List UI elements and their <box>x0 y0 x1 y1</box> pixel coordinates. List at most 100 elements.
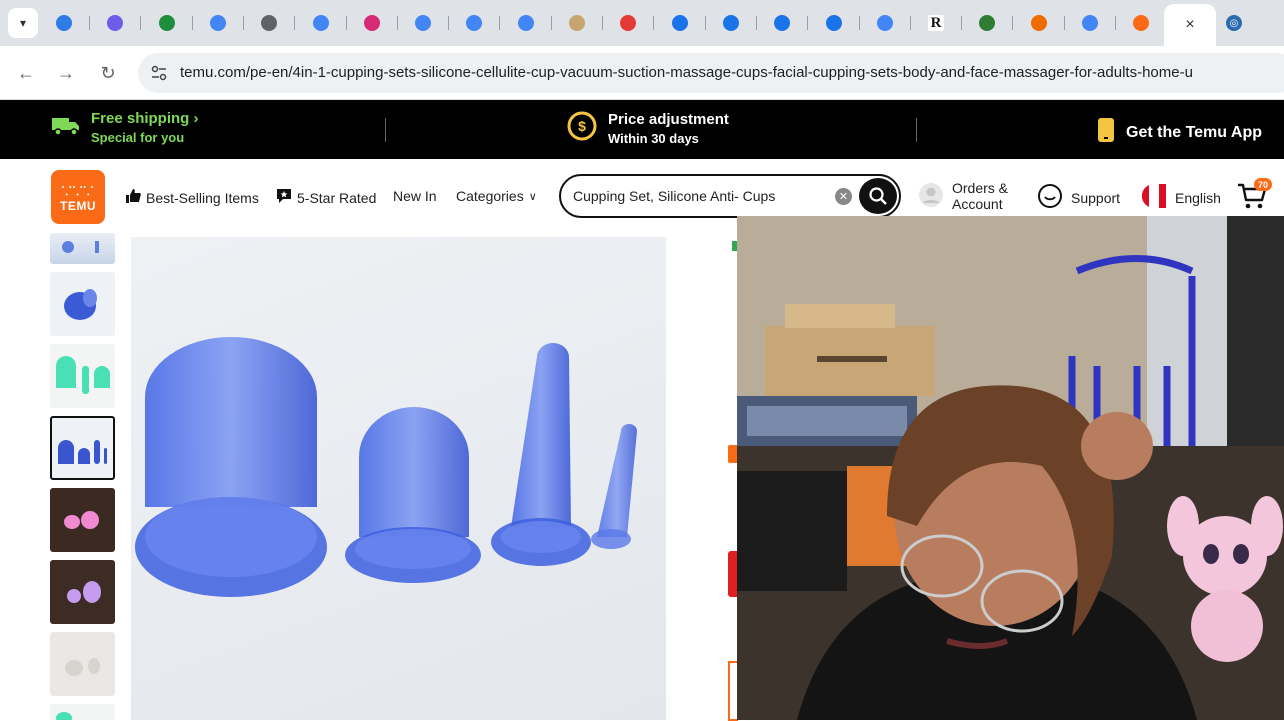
browser-tab[interactable] <box>352 8 392 38</box>
divider <box>916 118 917 142</box>
tab[interactable]: ◎ <box>1214 8 1254 38</box>
browser-tab[interactable] <box>557 8 597 38</box>
nav-best-selling-label: Best-Selling Items <box>146 189 259 206</box>
chevron-down-icon: ▾ <box>19 16 27 30</box>
tab-separator <box>140 16 141 30</box>
instagram-icon <box>364 15 380 31</box>
star-icon <box>826 15 842 31</box>
coin-icon: $ <box>566 110 598 147</box>
tab-separator <box>807 16 808 30</box>
language-selector[interactable]: English <box>1141 183 1221 211</box>
browser-tab[interactable] <box>660 8 700 38</box>
browser-tab[interactable] <box>301 8 341 38</box>
star-icon <box>723 15 739 31</box>
thumbnail[interactable] <box>50 488 115 552</box>
browser-tab[interactable] <box>1019 8 1059 38</box>
search-icon <box>869 187 887 205</box>
get-app-banner[interactable]: Get the Temu App <box>1096 117 1262 148</box>
active-tab[interactable]: × <box>1164 4 1216 46</box>
tab-separator <box>448 16 449 30</box>
browser-tab[interactable] <box>814 8 854 38</box>
google-icon <box>1082 15 1098 31</box>
tab-separator <box>499 16 500 30</box>
support-label: Support <box>1071 189 1121 206</box>
support-link[interactable]: Support <box>1037 183 1120 212</box>
user-icon <box>918 182 944 211</box>
thumbnail[interactable] <box>50 272 115 336</box>
browser-tab[interactable] <box>1070 8 1110 38</box>
reload-icon: ↻ <box>100 62 116 83</box>
price-adjustment-title: Price adjustment <box>608 111 729 128</box>
search-input[interactable] <box>573 188 823 204</box>
free-shipping-subtitle: Special for you <box>91 130 185 145</box>
promo-bar: Free shipping › Special for you $ Price … <box>0 100 1284 159</box>
chrome-icon: ◎ <box>1226 15 1242 31</box>
nav-new-in-label: New In <box>393 188 437 204</box>
browser-toolbar: ← → ↻ temu.com/pe-en/4in-1-cupping-sets-… <box>0 46 1284 100</box>
url-text: temu.com/pe-en/4in-1-cupping-sets-silico… <box>180 64 1193 81</box>
printer-icon <box>107 15 123 31</box>
free-shipping-banner[interactable]: Free shipping › Special for you <box>51 110 199 145</box>
browser-tab[interactable] <box>147 8 187 38</box>
tab-strip: ▾ R × ◎ <box>0 0 1284 46</box>
browser-tab[interactable] <box>249 8 289 38</box>
browser-tab[interactable] <box>711 8 751 38</box>
product-main-image[interactable] <box>131 237 666 720</box>
thumbnail[interactable] <box>50 560 115 624</box>
globe-icon <box>261 15 277 31</box>
temu-logo[interactable]: ⸪⸪⸪ TEMU <box>51 170 105 224</box>
thumbnail[interactable] <box>50 233 115 264</box>
orders-label: Orders & <box>952 180 1009 196</box>
plus-circle-icon <box>979 15 995 31</box>
browser-tab[interactable] <box>762 8 802 38</box>
nav-best-selling[interactable]: Best-Selling Items <box>125 188 259 207</box>
browser-tab[interactable] <box>454 8 494 38</box>
browser-tab[interactable] <box>608 8 648 38</box>
forward-button[interactable]: → <box>53 60 79 86</box>
browser-tab[interactable] <box>967 8 1007 38</box>
cart-count-badge: 70 <box>1254 178 1272 191</box>
close-icon[interactable]: × <box>1185 16 1194 34</box>
nav-categories[interactable]: Categories ∨ <box>456 188 537 204</box>
browser-tab[interactable]: R <box>916 8 956 38</box>
cookie-icon <box>569 15 585 31</box>
tab-separator <box>756 16 757 30</box>
browser-tab[interactable] <box>44 8 84 38</box>
chevron-down-icon: ∨ <box>528 190 537 203</box>
thumbnail[interactable] <box>50 344 115 408</box>
tab-separator <box>1115 16 1116 30</box>
house-icon <box>1031 15 1047 31</box>
r-icon: R <box>928 15 944 31</box>
tab-search-button[interactable]: ▾ <box>8 8 38 38</box>
clear-search-icon[interactable]: ✕ <box>835 188 852 205</box>
browser-tab[interactable] <box>95 8 135 38</box>
google-icon <box>313 15 329 31</box>
star-icon <box>672 15 688 31</box>
nav-five-star[interactable]: 5-Star Rated <box>276 188 376 207</box>
thumbnail-list <box>50 233 117 720</box>
back-button[interactable]: ← <box>13 60 39 86</box>
thumbnail[interactable] <box>50 632 115 696</box>
nav-new-in[interactable]: New In <box>393 188 437 204</box>
search-button[interactable] <box>859 178 897 214</box>
thumbnail[interactable] <box>50 704 115 720</box>
browser-tab[interactable] <box>403 8 443 38</box>
tab-separator <box>551 16 552 30</box>
orders-account[interactable]: Orders & Account <box>918 180 1008 212</box>
cross-icon <box>620 15 636 31</box>
site-info-icon[interactable] <box>150 64 168 82</box>
logo-text: TEMU <box>60 198 96 213</box>
thumbnail-selected[interactable] <box>50 416 115 480</box>
tab-separator <box>653 16 654 30</box>
svg-text:$: $ <box>578 118 586 134</box>
browser-tab[interactable] <box>1121 8 1161 38</box>
reload-button[interactable]: ↻ <box>95 60 121 86</box>
browser-tab[interactable] <box>506 8 546 38</box>
get-app-label: Get the Temu App <box>1126 123 1262 141</box>
google-icon <box>210 15 226 31</box>
browser-tab[interactable] <box>865 8 905 38</box>
address-bar[interactable]: temu.com/pe-en/4in-1-cupping-sets-silico… <box>138 53 1284 93</box>
browser-tab[interactable] <box>198 8 238 38</box>
tab-separator <box>397 16 398 30</box>
thumbs-up-icon <box>125 188 141 207</box>
